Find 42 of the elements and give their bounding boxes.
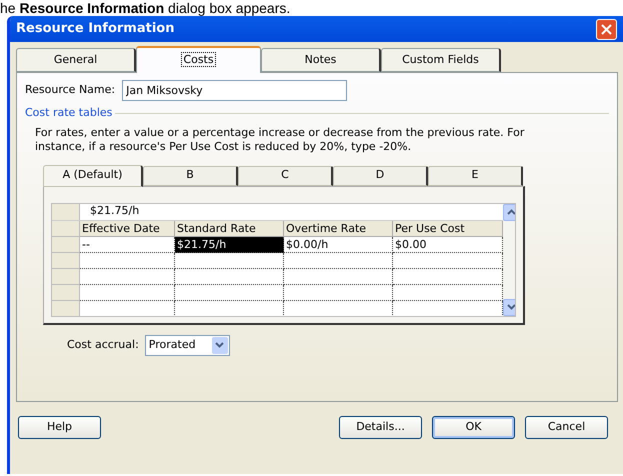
table-cell[interactable]: --	[80, 236, 175, 252]
table-cell[interactable]	[80, 284, 175, 300]
scroll-up-icon	[507, 209, 515, 215]
table-cell[interactable]	[284, 284, 393, 300]
tab[interactable]: General	[16, 48, 136, 72]
close-icon	[601, 24, 612, 34]
column-header: Overtime Rate	[284, 220, 393, 236]
table-cell[interactable]	[80, 268, 175, 284]
dialog-button[interactable]: Details...	[339, 416, 422, 439]
tab[interactable]: D	[333, 166, 428, 186]
caption-text: he Resource Information dialog box appears.	[0, 0, 290, 16]
tab[interactable]: Notes	[261, 48, 381, 72]
field-label: Cost accrual:	[67, 336, 139, 353]
table-cell[interactable]	[175, 284, 284, 300]
table-cell[interactable]	[175, 252, 284, 268]
table-cell[interactable]	[80, 252, 175, 268]
table-cell[interactable]: $0.00	[393, 236, 503, 252]
column-header: Effective Date	[80, 220, 175, 236]
tab[interactable]: A (Default)	[43, 164, 143, 186]
scroll-down-icon	[507, 304, 515, 310]
table-cell[interactable]	[175, 268, 284, 284]
dialog-button[interactable]: Cancel	[525, 416, 608, 439]
table-cell[interactable]	[284, 268, 393, 284]
field-label: Resource Name:	[25, 82, 116, 98]
close-button[interactable]	[596, 18, 617, 40]
column-header: Standard Rate	[175, 220, 284, 236]
dialog-button[interactable]: Help	[18, 416, 101, 439]
tab[interactable]: E	[428, 166, 523, 186]
table-cell[interactable]: $0.00/h	[284, 236, 393, 252]
column-header: Per Use Cost	[393, 220, 503, 236]
cost-accrual-dropdown[interactable]: Prorated	[144, 334, 230, 356]
description-text: For rates, enter a value or a percentage increase or decrease from the previous rate. For instance, if a resource's Per Use Cost is reduced by 20%, type -20%.	[35, 126, 526, 154]
table-cell[interactable]	[284, 252, 393, 268]
tab[interactable]: B	[143, 166, 238, 186]
tab[interactable]: C	[238, 166, 333, 186]
tab[interactable]: Costs	[136, 46, 261, 73]
window-title: Resource Information	[16, 20, 174, 38]
section-heading: Cost rate tables	[25, 105, 112, 121]
table-cell[interactable]: $21.75/h	[175, 236, 284, 252]
tab[interactable]: Custom Fields	[381, 48, 501, 72]
dialog-button[interactable]: OK	[432, 416, 515, 439]
scrollbar[interactable]	[503, 204, 515, 316]
